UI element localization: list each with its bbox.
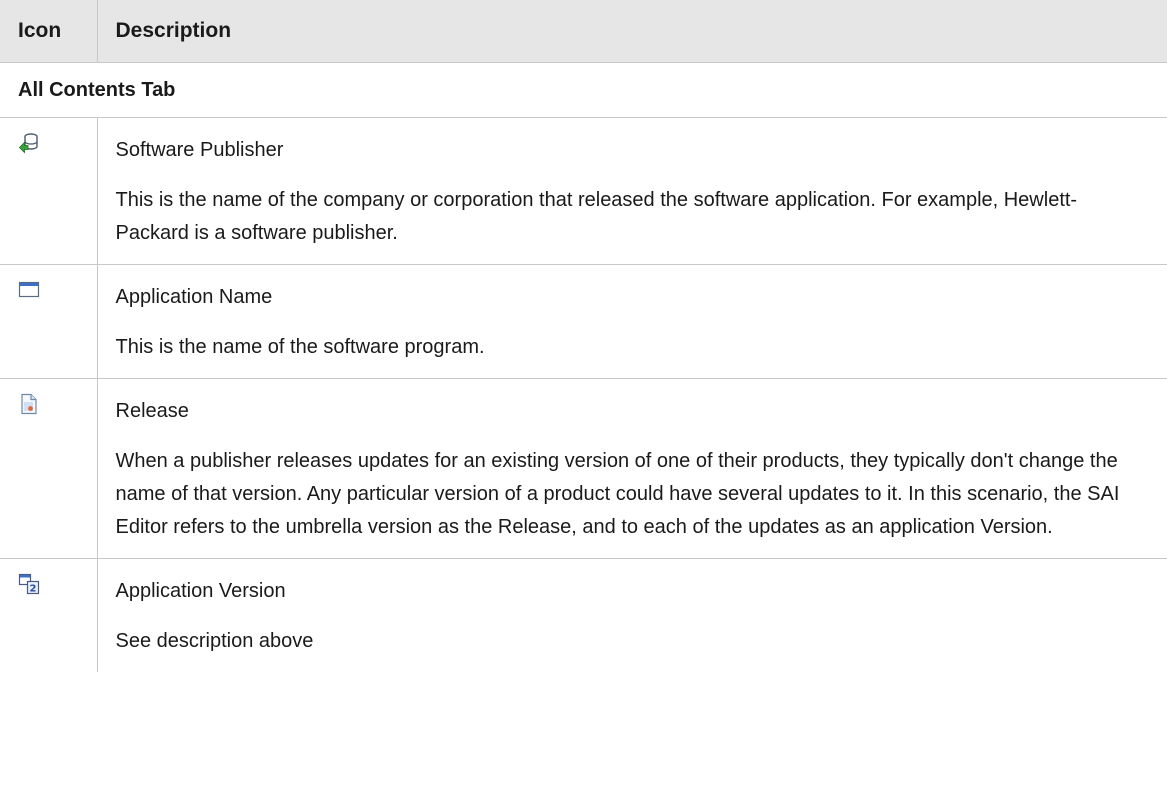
table-row: Release When a publisher releases update…: [0, 378, 1167, 559]
item-description: This is the name of the company or corpo…: [115, 189, 1078, 244]
item-description: When a publisher releases updates for an…: [115, 450, 1120, 538]
icon-cell: [0, 378, 98, 559]
item-description: This is the name of the software program…: [115, 336, 485, 358]
icon-column-header: Icon: [0, 0, 98, 63]
software-publisher-icon: [18, 133, 38, 154]
description-cell: Release When a publisher releases update…: [96, 378, 1167, 559]
item-title: Application Version: [115, 580, 286, 602]
icon-cell: 2: [0, 558, 98, 672]
table-row: 2 Application Version See description ab…: [0, 558, 1167, 672]
item-title: Release: [115, 400, 189, 422]
table-row: Application Name This is the name of the…: [0, 264, 1167, 379]
description-cell: Software Publisher This is the name of t…: [96, 117, 1167, 265]
table-header-row: Icon Description: [0, 0, 1167, 63]
section-row: All Contents Tab: [0, 62, 1167, 118]
item-title: Software Publisher: [115, 139, 284, 161]
table-row: Software Publisher This is the name of t…: [0, 117, 1167, 265]
section-title: All Contents Tab: [0, 62, 1167, 118]
icon-description-table: Icon Description All Contents Tab Softwa…: [0, 0, 1167, 672]
description-cell: Application Name This is the name of the…: [96, 264, 1167, 379]
description-column-header: Description: [96, 0, 1167, 63]
item-description: See description above: [115, 630, 314, 652]
svg-text:2: 2: [30, 584, 37, 595]
application-window-icon: [18, 281, 40, 298]
application-version-icon: 2: [18, 573, 40, 595]
release-document-icon: [21, 393, 37, 415]
item-title: Application Name: [115, 286, 273, 308]
description-cell: Application Version See description abov…: [96, 558, 1167, 672]
icon-cell: [0, 264, 98, 379]
icon-cell: [0, 117, 98, 265]
